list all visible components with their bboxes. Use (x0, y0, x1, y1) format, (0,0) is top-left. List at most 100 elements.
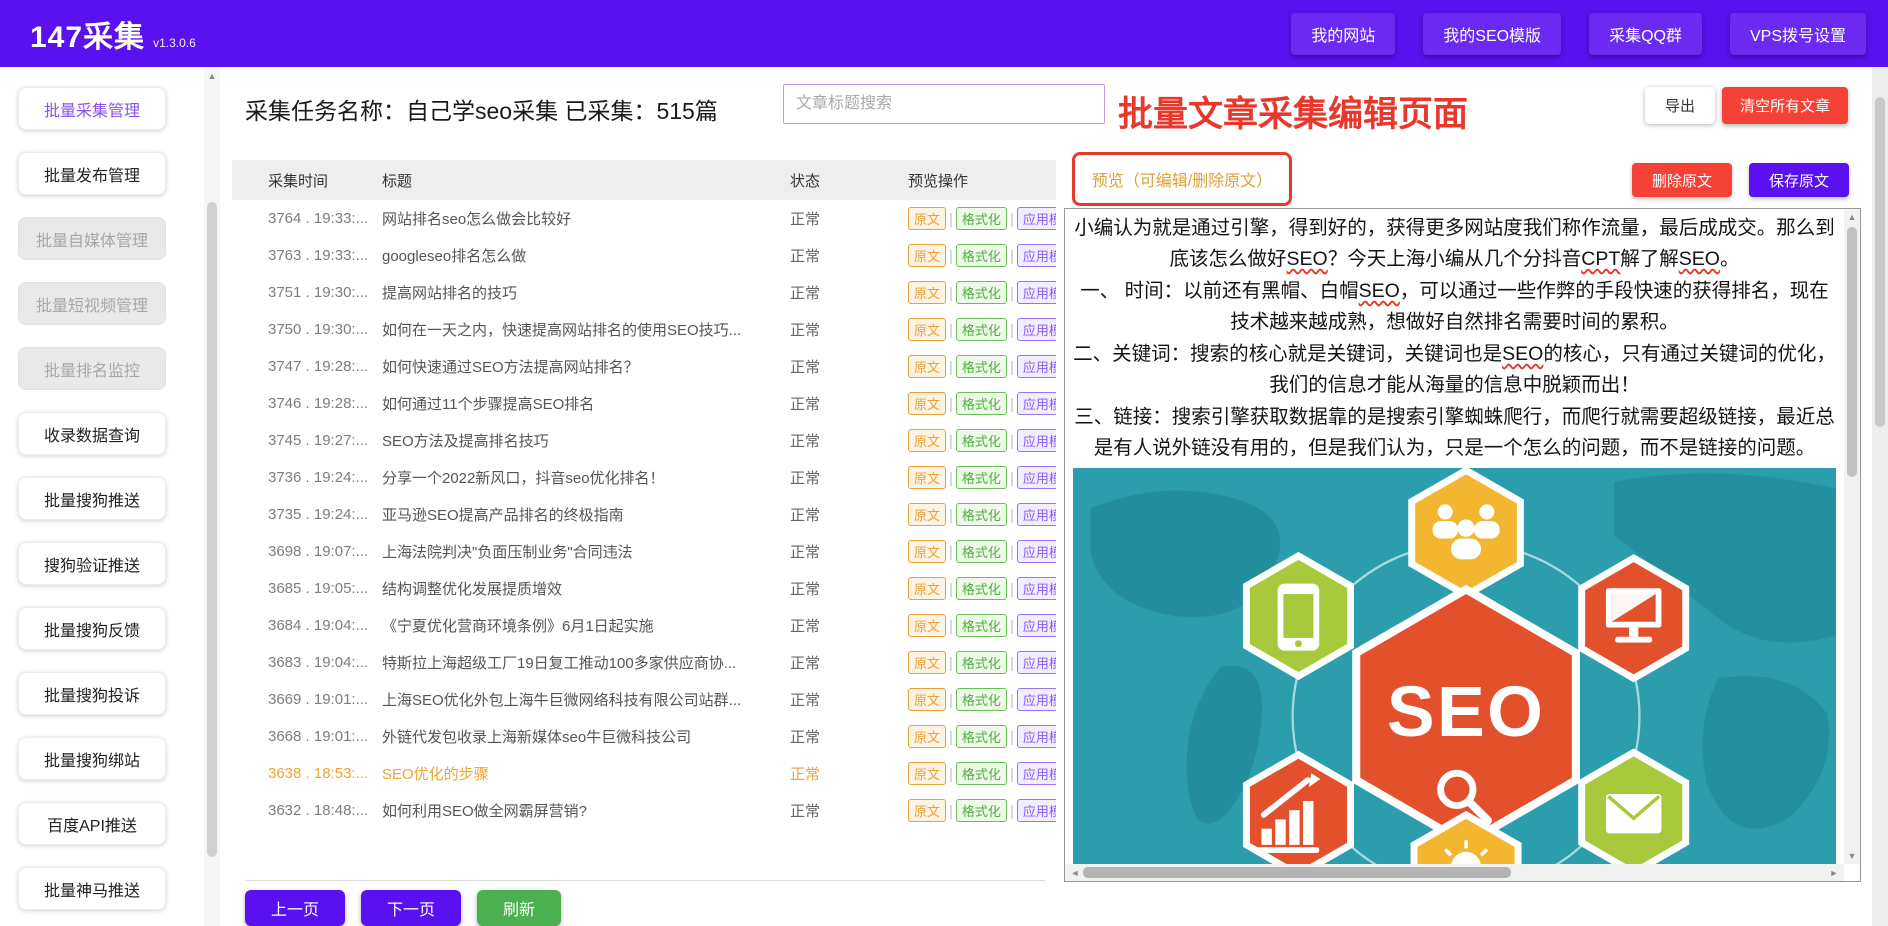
format-chip[interactable]: 格式化 (956, 318, 1007, 341)
apply-template-chip[interactable]: 应用模板 (1017, 614, 1056, 637)
apply-template-chip[interactable]: 应用模板 (1017, 244, 1056, 267)
clear-all-button[interactable]: 清空所有文章 (1722, 87, 1848, 124)
next-page-button[interactable]: 下一页 (361, 890, 461, 926)
apply-template-chip[interactable]: 应用模板 (1017, 392, 1056, 415)
scrollbar-thumb[interactable] (1875, 97, 1885, 427)
apply-template-chip[interactable]: 应用模板 (1017, 207, 1056, 230)
original-chip[interactable]: 原文 (908, 725, 946, 748)
sidebar-item[interactable]: 批量搜狗投诉 (18, 672, 166, 715)
apply-template-chip[interactable]: 应用模板 (1017, 318, 1056, 341)
preview-vertical-scrollbar[interactable] (1844, 209, 1860, 864)
format-chip[interactable]: 格式化 (956, 355, 1007, 378)
table-row[interactable]: 3669 . 19:01:...上海SEO优化外包上海牛巨微网络科技有限公司站群… (232, 681, 1056, 718)
original-chip[interactable]: 原文 (908, 392, 946, 415)
format-chip[interactable]: 格式化 (956, 577, 1007, 600)
export-button[interactable]: 导出 (1645, 87, 1715, 124)
delete-original-button[interactable]: 删除原文 (1632, 163, 1732, 197)
table-row[interactable]: 3684 . 19:04:...《宁夏优化营商环境条例》6月1日起实施正常原文|… (232, 607, 1056, 644)
table-row[interactable]: 3735 . 19:24:...亚马逊SEO提高产品排名的终极指南正常原文|格式… (232, 496, 1056, 533)
format-chip[interactable]: 格式化 (956, 466, 1007, 489)
content-scrollbar[interactable] (204, 67, 220, 926)
format-chip[interactable]: 格式化 (956, 281, 1007, 304)
scrollbar-thumb[interactable] (207, 202, 217, 857)
page-scrollbar[interactable] (1872, 67, 1888, 926)
format-chip[interactable]: 格式化 (956, 503, 1007, 526)
apply-template-chip[interactable]: 应用模板 (1017, 429, 1056, 452)
format-chip[interactable]: 格式化 (956, 244, 1007, 267)
table-row[interactable]: 3685 . 19:05:...结构调整优化发展提质增效正常原文|格式化|应用模… (232, 570, 1056, 607)
table-row[interactable]: 3683 . 19:04:...特斯拉上海超级工厂19日复工推动100多家供应商… (232, 644, 1056, 681)
original-chip[interactable]: 原文 (908, 429, 946, 452)
table-row[interactable]: 3764 . 19:33:...网站排名seo怎么做会比较好正常原文|格式化|应… (232, 200, 1056, 237)
format-chip[interactable]: 格式化 (956, 651, 1007, 674)
nav-button[interactable]: 采集QQ群 (1589, 13, 1702, 55)
apply-template-chip[interactable]: 应用模板 (1017, 799, 1056, 822)
format-chip[interactable]: 格式化 (956, 614, 1007, 637)
table-row[interactable]: 3751 . 19:30:...提高网站排名的技巧正常原文|格式化|应用模板 (232, 274, 1056, 311)
format-chip[interactable]: 格式化 (956, 688, 1007, 711)
original-chip[interactable]: 原文 (908, 318, 946, 341)
nav-button[interactable]: 我的SEO模版 (1423, 13, 1561, 55)
nav-button[interactable]: VPS拨号设置 (1730, 13, 1866, 55)
sidebar-item[interactable]: 批量搜狗绑站 (18, 737, 166, 780)
sidebar-item[interactable]: 批量神马推送 (18, 867, 166, 910)
table-row[interactable]: 3698 . 19:07:...上海法院判决"负面压制业务"合同违法正常原文|格… (232, 533, 1056, 570)
sidebar-item[interactable]: 批量发布管理 (18, 152, 166, 195)
original-chip[interactable]: 原文 (908, 614, 946, 637)
scroll-up-icon[interactable] (1844, 212, 1860, 222)
original-chip[interactable]: 原文 (908, 355, 946, 378)
preview-content[interactable]: 小编认为就是通过引擎，得到好的，获得更多网站度我们称作流量，最后成成交。那么到底… (1065, 209, 1844, 864)
original-chip[interactable]: 原文 (908, 281, 946, 304)
format-chip[interactable]: 格式化 (956, 762, 1007, 785)
scroll-up-icon[interactable] (204, 71, 220, 81)
refresh-button[interactable]: 刷新 (477, 890, 561, 926)
format-chip[interactable]: 格式化 (956, 429, 1007, 452)
apply-template-chip[interactable]: 应用模板 (1017, 355, 1056, 378)
search-input[interactable] (783, 84, 1105, 124)
table-row[interactable]: 3750 . 19:30:...如何在一天之内，快速提高网站排名的使用SEO技巧… (232, 311, 1056, 348)
prev-page-button[interactable]: 上一页 (245, 890, 345, 926)
original-chip[interactable]: 原文 (908, 799, 946, 822)
apply-template-chip[interactable]: 应用模板 (1017, 503, 1056, 526)
original-chip[interactable]: 原文 (908, 688, 946, 711)
table-row[interactable]: 3638 . 18:53:...SEO优化的步骤正常原文|格式化|应用模板 (232, 755, 1056, 792)
sidebar-item[interactable]: 批量搜狗反馈 (18, 607, 166, 650)
table-row[interactable]: 3746 . 19:28:...如何通过11个步骤提高SEO排名正常原文|格式化… (232, 385, 1056, 422)
original-chip[interactable]: 原文 (908, 503, 946, 526)
apply-template-chip[interactable]: 应用模板 (1017, 762, 1056, 785)
apply-template-chip[interactable]: 应用模板 (1017, 725, 1056, 748)
table-row[interactable]: 3632 . 18:48:...如何利用SEO做全网霸屏营销?正常原文|格式化|… (232, 792, 1056, 829)
apply-template-chip[interactable]: 应用模板 (1017, 540, 1056, 563)
apply-template-chip[interactable]: 应用模板 (1017, 688, 1056, 711)
nav-button[interactable]: 我的网站 (1291, 13, 1395, 55)
scroll-right-icon[interactable] (1826, 868, 1842, 878)
original-chip[interactable]: 原文 (908, 577, 946, 600)
sidebar-item[interactable]: 百度API推送 (18, 802, 166, 845)
table-row[interactable]: 3745 . 19:27:...SEO方法及提高排名技巧正常原文|格式化|应用模… (232, 422, 1056, 459)
original-chip[interactable]: 原文 (908, 244, 946, 267)
scrollbar-thumb[interactable] (1847, 227, 1857, 477)
table-row[interactable]: 3747 . 19:28:...如何快速通过SEO方法提高网站排名？正常原文|格… (232, 348, 1056, 385)
original-chip[interactable]: 原文 (908, 466, 946, 489)
format-chip[interactable]: 格式化 (956, 799, 1007, 822)
sidebar-item[interactable]: 搜狗验证推送 (18, 542, 166, 585)
table-row[interactable]: 3763 . 19:33:...googleseo排名怎么做正常原文|格式化|应… (232, 237, 1056, 274)
format-chip[interactable]: 格式化 (956, 540, 1007, 563)
original-chip[interactable]: 原文 (908, 207, 946, 230)
format-chip[interactable]: 格式化 (956, 392, 1007, 415)
scroll-down-icon[interactable] (1844, 851, 1860, 861)
original-chip[interactable]: 原文 (908, 540, 946, 563)
preview-horizontal-scrollbar[interactable] (1065, 864, 1844, 881)
original-chip[interactable]: 原文 (908, 651, 946, 674)
sidebar-item[interactable]: 批量采集管理 (18, 87, 166, 130)
apply-template-chip[interactable]: 应用模板 (1017, 281, 1056, 304)
apply-template-chip[interactable]: 应用模板 (1017, 651, 1056, 674)
apply-template-chip[interactable]: 应用模板 (1017, 466, 1056, 489)
format-chip[interactable]: 格式化 (956, 725, 1007, 748)
sidebar-item[interactable]: 收录数据查询 (18, 412, 166, 455)
apply-template-chip[interactable]: 应用模板 (1017, 577, 1056, 600)
scrollbar-thumb[interactable] (1083, 867, 1511, 878)
save-original-button[interactable]: 保存原文 (1749, 163, 1849, 197)
format-chip[interactable]: 格式化 (956, 207, 1007, 230)
sidebar-item[interactable]: 批量搜狗推送 (18, 477, 166, 520)
